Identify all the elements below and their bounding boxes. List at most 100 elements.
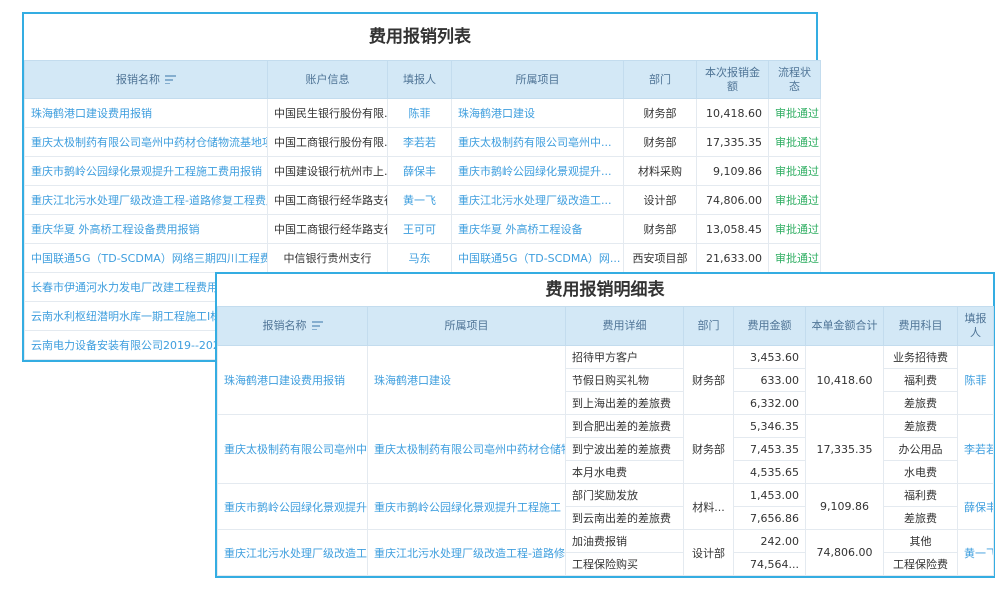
sort-icon[interactable] (165, 74, 176, 84)
amount-cell: 5,346.35 (734, 415, 806, 438)
dept-cell: 财务部 (684, 346, 734, 415)
sort-icon[interactable] (312, 320, 323, 330)
header-reimb-name[interactable]: 报销名称 (25, 61, 268, 99)
amount-cell: 74,806.00 (697, 186, 769, 215)
reimb-name-link[interactable]: 重庆太极制药有限公司亳州中药材仓储物流基地项... (25, 128, 268, 157)
account-cell: 中国工商银行股份有限... (268, 128, 388, 157)
header-project: 所属项目 (368, 307, 566, 346)
status-badge: 审批通过 (769, 215, 821, 244)
dept-cell: 设计部 (684, 530, 734, 576)
project-link[interactable]: 中国联通5G（TD-SCDMA）网... (452, 244, 624, 273)
reimb-name-link[interactable]: 珠海鹤港口建设费用报销 (25, 99, 268, 128)
list-row: 重庆江北污水处理厂级改造工程-道路修复工程费用... 中国工商银行经华路支行 黄… (25, 186, 821, 215)
expense-detail-cell: 部门奖励发放 (566, 484, 684, 507)
amount-cell: 7,453.35 (734, 438, 806, 461)
header-reimb-name-label: 报销名称 (263, 319, 307, 332)
amount-cell: 10,418.60 (697, 99, 769, 128)
reporter-link[interactable]: 陈菲 (388, 99, 452, 128)
amount-cell: 7,656.86 (734, 507, 806, 530)
reporter-link[interactable]: 李若若 (388, 128, 452, 157)
dept-cell: 财务部 (684, 415, 734, 484)
header-reporter: 填报人 (958, 307, 994, 346)
amount-cell: 242.00 (734, 530, 806, 553)
header-amount: 本次报销金额 (697, 61, 769, 99)
header-reimb-name-label: 报销名称 (116, 73, 160, 86)
amount-cell: 74,564... (734, 553, 806, 576)
header-total: 本单金额合计 (806, 307, 884, 346)
dept-cell: 财务部 (624, 215, 697, 244)
reporter-link[interactable]: 黄一飞 (958, 530, 994, 576)
reimb-name-link[interactable]: 重庆华夏 外高桥工程设备费用报销 (25, 215, 268, 244)
header-dept: 部门 (624, 61, 697, 99)
reimb-name-link[interactable]: 珠海鹤港口建设费用报销 (218, 346, 368, 415)
reimb-name-link[interactable]: 重庆江北污水处理厂级改造工程-道路修复工程费用报销 (218, 530, 368, 576)
list-table-title: 费用报销列表 (24, 14, 816, 60)
reporter-link[interactable]: 李若若 (958, 415, 994, 484)
reimb-name-link[interactable]: 重庆市鹅岭公园绿化景观提升工程施工费用报销 (25, 157, 268, 186)
header-status: 流程状态 (769, 61, 821, 99)
project-link[interactable]: 珠海鹤港口建设 (368, 346, 566, 415)
dept-cell: 西安项目部 (624, 244, 697, 273)
category-cell: 福利费 (884, 369, 958, 392)
category-cell: 差旅费 (884, 392, 958, 415)
project-link[interactable]: 重庆江北污水处理厂级改造工程-道路修复工程 (368, 530, 566, 576)
dept-cell: 材料采购 (624, 157, 697, 186)
list-row: 重庆华夏 外高桥工程设备费用报销 中国工商银行经华路支行 王可可 重庆华夏 外高… (25, 215, 821, 244)
account-cell: 中国工商银行经华路支行 (268, 186, 388, 215)
reimb-name-link[interactable]: 中国联通5G（TD-SCDMA）网络三期四川工程费... (25, 244, 268, 273)
expense-detail-cell: 节假日购买礼物 (566, 369, 684, 392)
detail-row: 珠海鹤港口建设费用报销 珠海鹤港口建设 招待甲方客户 财务部 3,453.60 … (218, 346, 994, 369)
project-link[interactable]: 重庆华夏 外高桥工程设备 (452, 215, 624, 244)
detail-row: 重庆江北污水处理厂级改造工程-道路修复工程费用报销 重庆江北污水处理厂级改造工程… (218, 530, 994, 553)
amount-cell: 21,633.00 (697, 244, 769, 273)
reporter-link[interactable]: 薛保丰 (388, 157, 452, 186)
expense-detail-table: 报销名称 所属项目 费用详细 部门 费用金额 本单金额合计 费用科目 填报人 珠… (217, 306, 994, 576)
header-amount: 费用金额 (734, 307, 806, 346)
expense-detail-cell: 加油费报销 (566, 530, 684, 553)
reporter-link[interactable]: 黄一飞 (388, 186, 452, 215)
expense-detail-cell: 到云南出差的差旅费 (566, 507, 684, 530)
category-cell: 其他 (884, 530, 958, 553)
total-cell: 10,418.60 (806, 346, 884, 415)
detail-row: 重庆市鹅岭公园绿化景观提升工程施工费用报销 重庆市鹅岭公园绿化景观提升工程施工 … (218, 484, 994, 507)
dept-cell: 财务部 (624, 99, 697, 128)
expense-detail-panel: 费用报销明细表 报销名称 所属项目 费用详细 部门 费用金额 本单金额合计 费用… (215, 272, 995, 578)
total-cell: 74,806.00 (806, 530, 884, 576)
reporter-link[interactable]: 王可可 (388, 215, 452, 244)
header-category: 费用科目 (884, 307, 958, 346)
list-row: 中国联通5G（TD-SCDMA）网络三期四川工程费... 中信银行贵州支行 马东… (25, 244, 821, 273)
category-cell: 业务招待费 (884, 346, 958, 369)
detail-row: 重庆太极制药有限公司亳州中药材仓储物流基地项目费用报销 重庆太极制药有限公司亳州… (218, 415, 994, 438)
reporter-link[interactable]: 马东 (388, 244, 452, 273)
project-link[interactable]: 重庆市鹅岭公园绿化景观提升... (452, 157, 624, 186)
header-reimb-name[interactable]: 报销名称 (218, 307, 368, 346)
account-cell: 中国民生银行股份有限... (268, 99, 388, 128)
status-badge: 审批通过 (769, 186, 821, 215)
expense-detail-cell: 到上海出差的差旅费 (566, 392, 684, 415)
amount-cell: 3,453.60 (734, 346, 806, 369)
expense-detail-cell: 到合肥出差的差旅费 (566, 415, 684, 438)
reimb-name-link[interactable]: 重庆太极制药有限公司亳州中药材仓储物流基地项目费用报销 (218, 415, 368, 484)
reimb-name-link[interactable]: 重庆江北污水处理厂级改造工程-道路修复工程费用... (25, 186, 268, 215)
expense-detail-cell: 招待甲方客户 (566, 346, 684, 369)
dept-cell: 财务部 (624, 128, 697, 157)
header-project: 所属项目 (452, 61, 624, 99)
category-cell: 差旅费 (884, 415, 958, 438)
dept-cell: 材料... (684, 484, 734, 530)
reimb-name-link[interactable]: 重庆市鹅岭公园绿化景观提升工程施工费用报销 (218, 484, 368, 530)
header-account: 账户信息 (268, 61, 388, 99)
account-cell: 中国建设银行杭州市上... (268, 157, 388, 186)
amount-cell: 633.00 (734, 369, 806, 392)
reporter-link[interactable]: 陈菲 (958, 346, 994, 415)
project-link[interactable]: 重庆太极制药有限公司亳州中... (452, 128, 624, 157)
amount-cell: 4,535.65 (734, 461, 806, 484)
header-reporter: 填报人 (388, 61, 452, 99)
project-link[interactable]: 重庆市鹅岭公园绿化景观提升工程施工 (368, 484, 566, 530)
project-link[interactable]: 重庆江北污水处理厂级改造工... (452, 186, 624, 215)
status-badge: 审批通过 (769, 157, 821, 186)
project-link[interactable]: 珠海鹤港口建设 (452, 99, 624, 128)
project-link[interactable]: 重庆太极制药有限公司亳州中药材仓储物流基地 (368, 415, 566, 484)
total-cell: 9,109.86 (806, 484, 884, 530)
status-badge: 审批通过 (769, 99, 821, 128)
reporter-link[interactable]: 薛保丰 (958, 484, 994, 530)
